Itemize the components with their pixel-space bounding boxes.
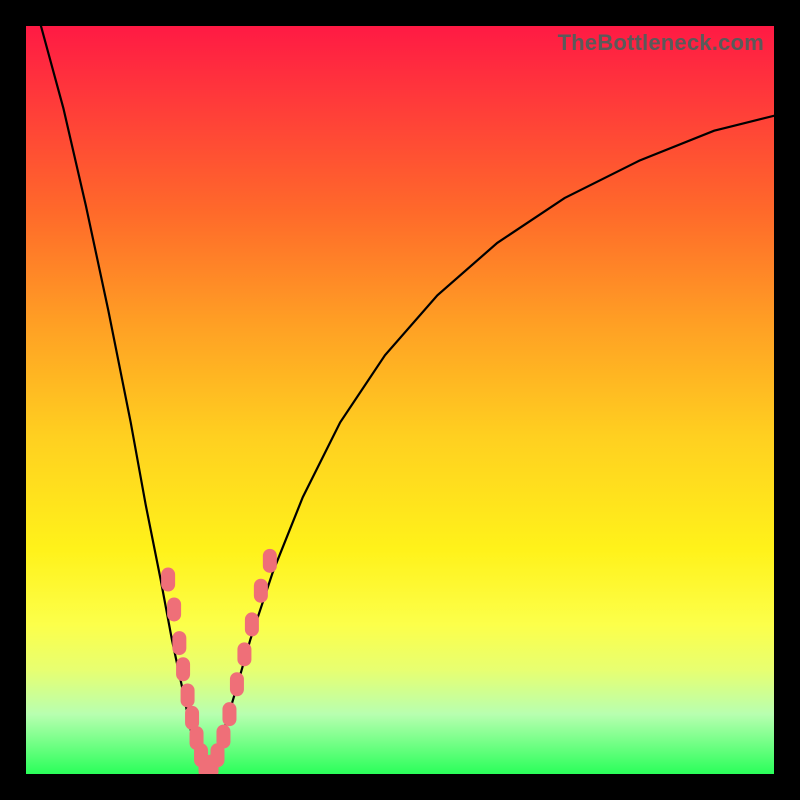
marker-point	[181, 683, 195, 707]
plot-area: TheBottleneck.com	[26, 26, 774, 774]
marker-point	[161, 568, 175, 592]
marker-group	[161, 549, 277, 774]
curve-right-branch	[206, 116, 774, 774]
curve-group	[41, 26, 774, 774]
marker-point	[216, 725, 230, 749]
marker-point	[245, 612, 259, 636]
chart-frame: TheBottleneck.com	[0, 0, 800, 800]
chart-svg	[26, 26, 774, 774]
marker-point	[167, 597, 181, 621]
marker-point	[222, 702, 236, 726]
marker-point	[263, 549, 277, 573]
marker-point	[172, 631, 186, 655]
marker-point	[237, 642, 251, 666]
marker-point	[230, 672, 244, 696]
marker-point	[254, 579, 268, 603]
marker-point	[176, 657, 190, 681]
